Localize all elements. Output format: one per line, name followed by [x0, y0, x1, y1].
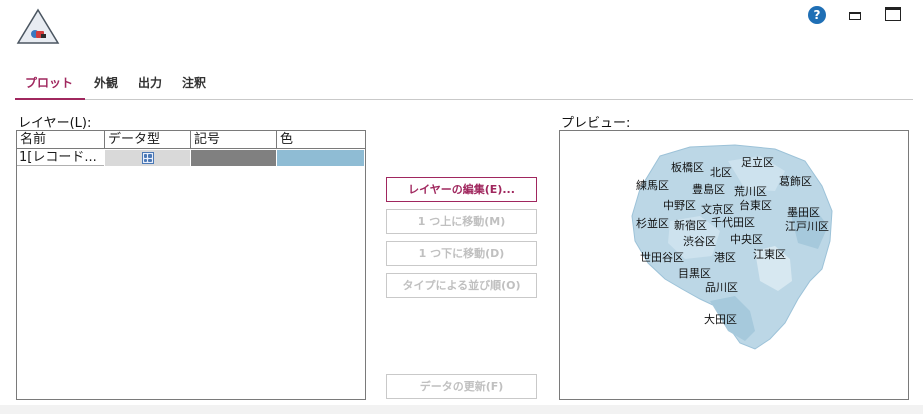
svg-text:千代田区: 千代田区 — [711, 216, 755, 229]
footer-strip — [0, 405, 923, 414]
column-header-color[interactable]: 色 — [277, 131, 365, 149]
svg-text:世田谷区: 世田谷区 — [640, 251, 684, 264]
move-down-button[interactable]: 1 つ下に移動(D) — [386, 241, 537, 266]
tokyo-map: 板橋区 北区 足立区 練馬区 豊島区 荒川区 葛飾区 中野区 文京区 台東区 墨… — [631, 144, 833, 350]
svg-text:北区: 北区 — [710, 166, 732, 179]
table-row[interactable]: 1[レコード... — [17, 150, 365, 166]
svg-text:練馬区: 練馬区 — [636, 178, 669, 192]
grid-icon — [141, 152, 154, 164]
svg-text:中野区: 中野区 — [663, 199, 696, 212]
svg-text:大田区: 大田区 — [704, 312, 737, 326]
tab-output[interactable]: 出力 — [138, 74, 162, 91]
svg-text:渋谷区: 渋谷区 — [683, 235, 716, 248]
svg-text:江東区: 江東区 — [753, 248, 786, 261]
layer-type-cell — [105, 150, 191, 166]
minimize-icon[interactable] — [849, 10, 861, 20]
layer-table[interactable]: 名前 データ型 記号 色 1[レコード... — [16, 130, 366, 400]
edit-layer-button[interactable]: レイヤーの編集(E)... — [386, 177, 537, 202]
svg-text:台東区: 台東区 — [739, 198, 772, 212]
map-preview: 板橋区 北区 足立区 練馬区 豊島区 荒川区 葛飾区 中野区 文京区 台東区 墨… — [559, 130, 909, 400]
tab-annotation[interactable]: 注釈 — [182, 74, 206, 91]
app-logo-icon — [16, 8, 60, 46]
move-up-button[interactable]: 1 つ上に移動(M) — [386, 209, 537, 234]
svg-text:荒川区: 荒川区 — [734, 185, 767, 198]
svg-text:目黒区: 目黒区 — [678, 267, 711, 280]
tab-appearance[interactable]: 外観 — [94, 74, 118, 91]
column-header-data-type[interactable]: データ型 — [105, 131, 191, 149]
active-tab-indicator — [15, 98, 85, 100]
refresh-data-button[interactable]: データの更新(F) — [386, 374, 537, 399]
sort-by-type-button[interactable]: タイプによる並び順(O) — [386, 273, 537, 298]
svg-text:葛飾区: 葛飾区 — [779, 175, 812, 188]
layer-symbol-cell[interactable] — [191, 150, 277, 166]
svg-text:新宿区: 新宿区 — [674, 218, 707, 232]
svg-text:港区: 港区 — [714, 251, 736, 264]
svg-text:品川区: 品川区 — [705, 281, 738, 294]
svg-text:杉並区: 杉並区 — [636, 216, 669, 230]
preview-label: プレビュー: — [561, 116, 631, 131]
column-header-name[interactable]: 名前 — [17, 131, 105, 149]
tab-plot[interactable]: プロット — [25, 74, 73, 91]
maximize-icon[interactable] — [885, 7, 901, 21]
layer-table-header: 名前 データ型 記号 色 — [17, 131, 365, 149]
help-icon[interactable]: ? — [808, 6, 826, 24]
layer-color-cell[interactable] — [277, 150, 365, 166]
layers-label: レイヤー(L): — [18, 116, 92, 131]
svg-text:文京区: 文京区 — [701, 202, 734, 216]
svg-text:板橋区: 板橋区 — [671, 160, 704, 174]
tab-bar: プロット 外観 出力 注釈 — [15, 66, 913, 100]
layer-name-cell: 1[レコード... — [17, 150, 105, 166]
svg-text:豊島区: 豊島区 — [692, 182, 725, 196]
svg-text:江戸川区: 江戸川区 — [785, 220, 829, 233]
column-header-symbol[interactable]: 記号 — [191, 131, 277, 149]
svg-text:中央区: 中央区 — [730, 233, 763, 246]
svg-text:足立区: 足立区 — [741, 155, 774, 169]
svg-text:墨田区: 墨田区 — [787, 206, 820, 219]
